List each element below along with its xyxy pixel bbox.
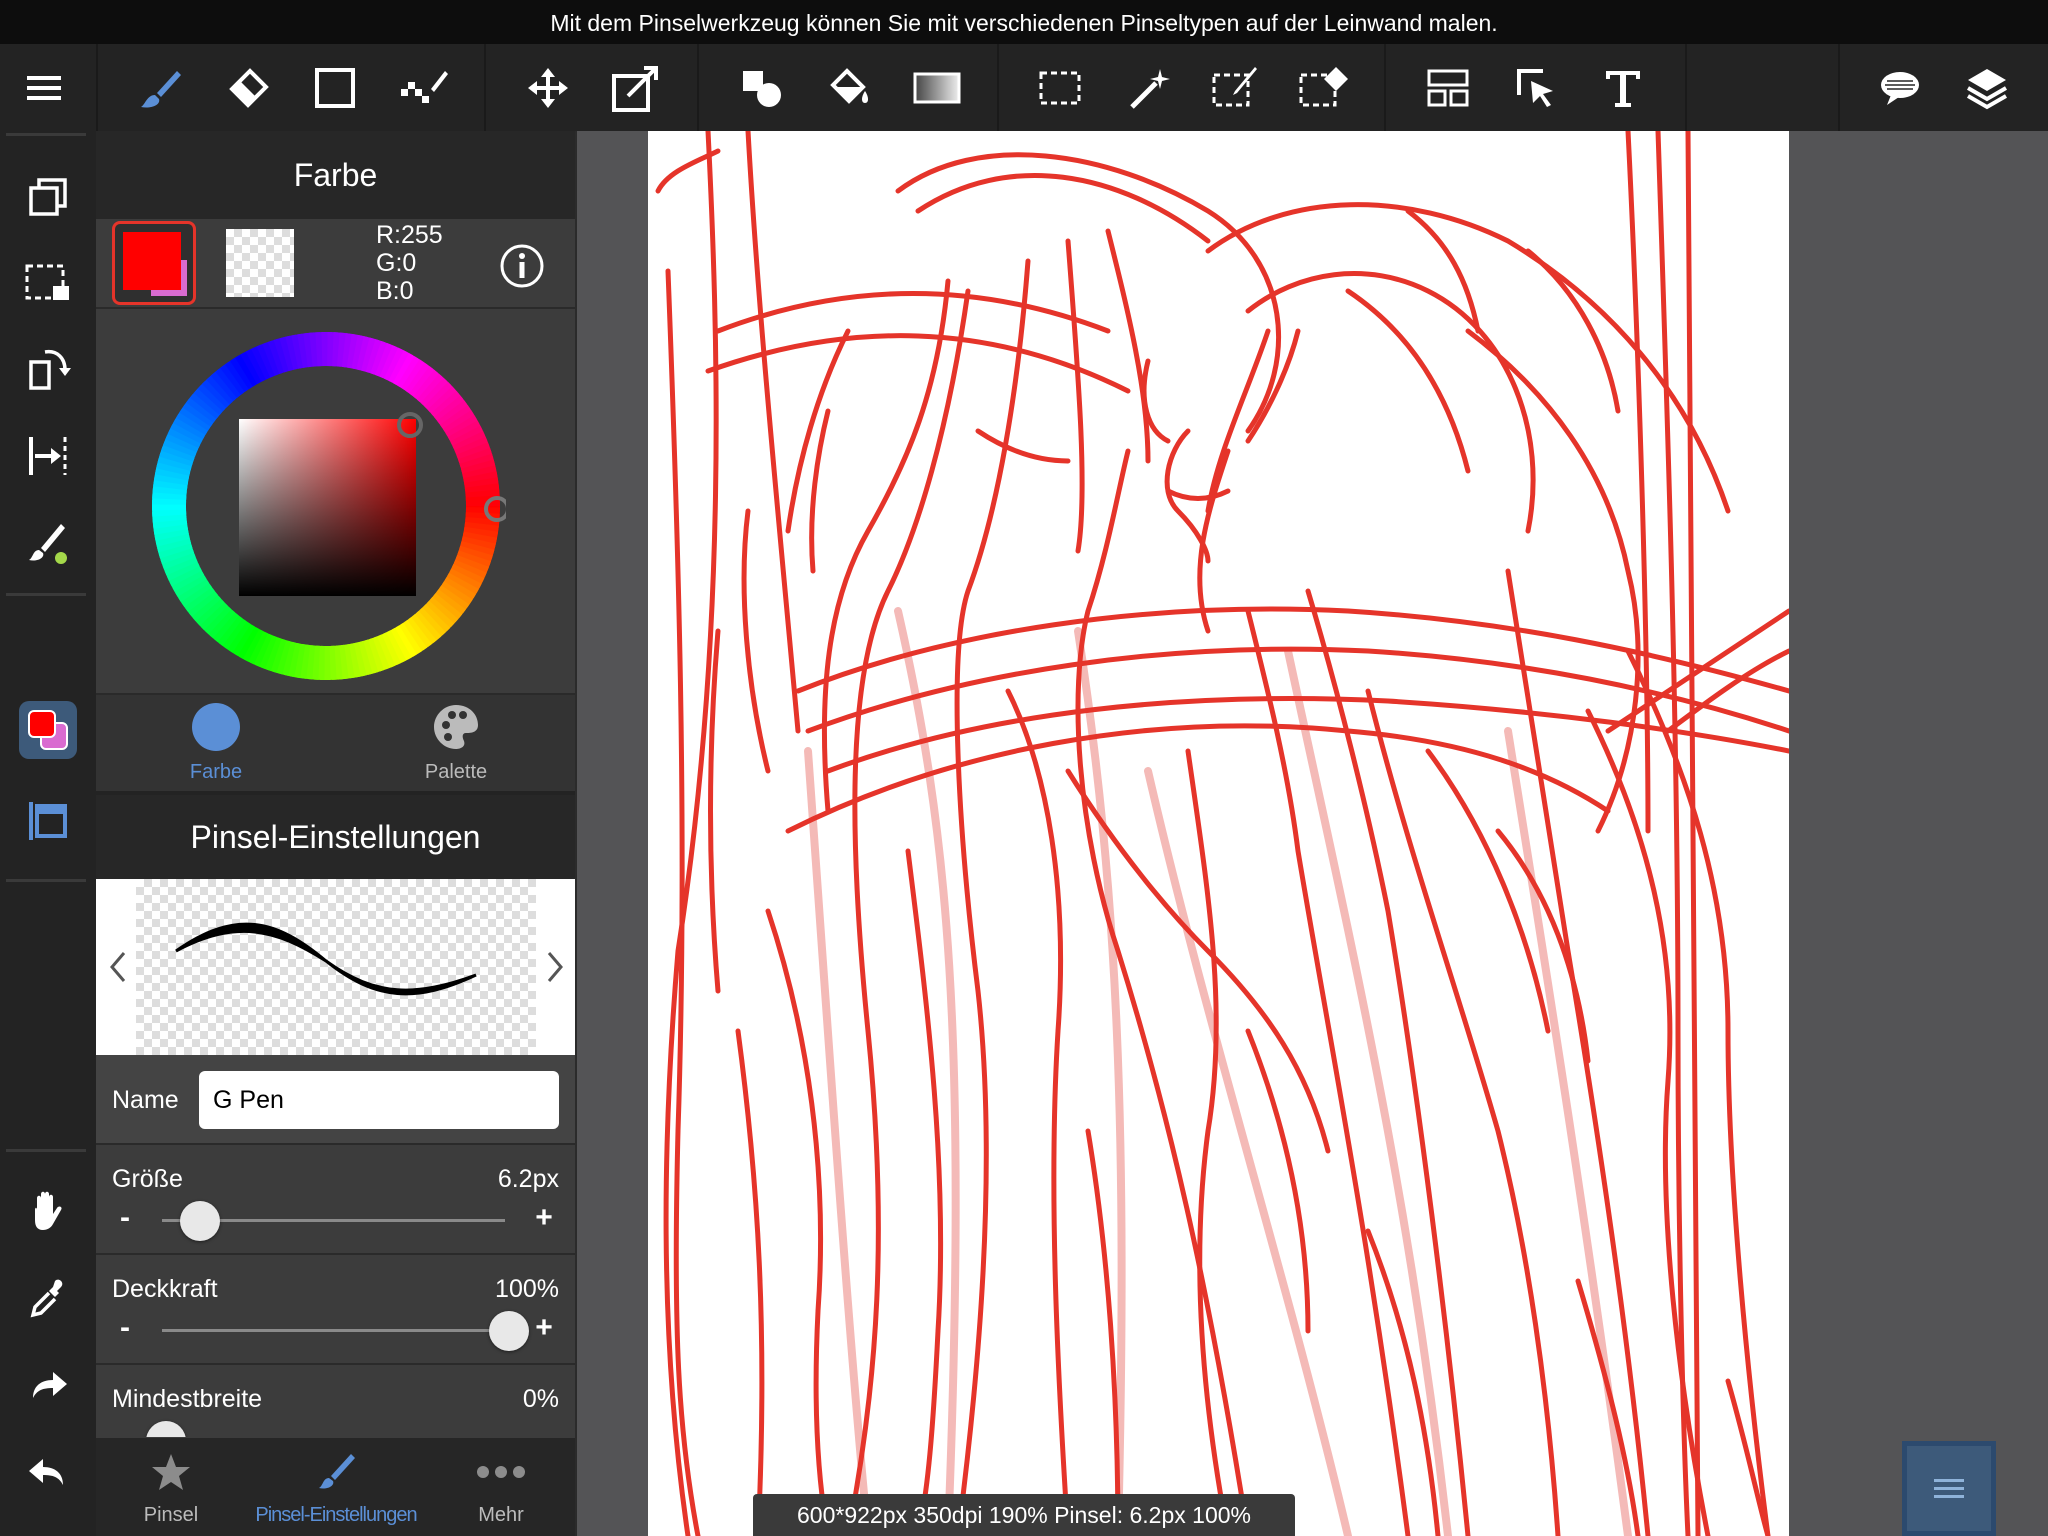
r-value: R:255: [376, 221, 443, 249]
text-icon[interactable]: [1593, 58, 1653, 118]
canvas-window-icon[interactable]: [18, 791, 78, 851]
menu-icon[interactable]: [14, 58, 74, 118]
tab-pinsel-einstellungen-label: Pinsel-Einstellungen: [255, 1504, 417, 1526]
brush-name-input[interactable]: G Pen: [199, 1071, 559, 1129]
palette-icon: [432, 703, 480, 751]
name-label: Name: [112, 1086, 179, 1114]
size-minus-button[interactable]: -: [110, 1201, 140, 1235]
eraser-icon[interactable]: [217, 58, 277, 118]
frame-divider-icon[interactable]: [1418, 58, 1478, 118]
opacity-minus-button[interactable]: -: [110, 1311, 140, 1345]
minwidth-slider-knob[interactable]: [146, 1421, 186, 1437]
minwidth-row: Mindestbreite 0%: [96, 1365, 575, 1437]
move-icon[interactable]: [518, 58, 578, 118]
size-value: 6.2px: [497, 1165, 559, 1193]
hint-text: Mit dem Pinselwerkzeug können Sie mit ve…: [550, 10, 1498, 36]
color-panel-title: Farbe: [96, 131, 575, 219]
b-value: B:0: [376, 277, 414, 305]
size-row: Größe 6.2px - +: [96, 1145, 575, 1253]
operation-icon[interactable]: [1506, 58, 1566, 118]
redo-icon[interactable]: [18, 1355, 78, 1415]
tab-farbe-label: Farbe: [189, 761, 243, 783]
opacity-plus-button[interactable]: +: [529, 1311, 559, 1345]
undo-icon[interactable]: [18, 1442, 78, 1502]
tab-mehr-label: Mehr: [478, 1504, 524, 1526]
brush-settings-icon[interactable]: [18, 513, 78, 573]
select-eraser-icon[interactable]: [1294, 58, 1354, 118]
layers-icon[interactable]: [1957, 58, 2017, 118]
top-toolbar: [0, 44, 2048, 131]
info-icon[interactable]: [500, 244, 544, 288]
size-slider-knob[interactable]: [180, 1201, 221, 1241]
hand-icon[interactable]: [18, 1181, 78, 1241]
layer-copy-icon[interactable]: [18, 167, 78, 227]
hint-bar: Mit dem Pinselwerkzeug können Sie mit ve…: [0, 0, 2048, 44]
brush-panel-title: Pinsel-Einstellungen: [96, 795, 575, 879]
size-plus-button[interactable]: +: [529, 1201, 559, 1235]
opacity-slider-track[interactable]: [162, 1329, 505, 1332]
status-bar: 600*922px 350dpi 190% Pinsel: 6.2px 100%: [753, 1494, 1295, 1536]
rotate-icon[interactable]: [18, 339, 78, 399]
side-panel: Farbe R:255 G:0 B:0 Farbe Palette Pinsel…: [96, 131, 575, 1536]
tab-mehr[interactable]: Mehr: [426, 1438, 576, 1536]
brush-icon[interactable]: [130, 58, 190, 118]
tab-pinsel[interactable]: Pinsel: [96, 1438, 246, 1536]
sub-color-swatch[interactable]: [226, 229, 294, 297]
size-label: Größe: [112, 1165, 183, 1193]
opacity-label: Deckkraft: [112, 1275, 218, 1303]
tab-palette-label: Palette: [424, 761, 488, 783]
bottom-tabs: Pinsel Pinsel-Einstellungen Mehr: [96, 1438, 575, 1536]
bucket-icon[interactable]: [818, 58, 878, 118]
tab-farbe[interactable]: Farbe: [126, 695, 306, 791]
color-tabs: Farbe Palette: [96, 695, 575, 791]
minwidth-value: 0%: [522, 1385, 559, 1413]
opacity-row: Deckkraft 100% - +: [96, 1255, 575, 1363]
gradient-icon[interactable]: [907, 58, 967, 118]
g-value: G:0: [376, 249, 417, 277]
tab-pinsel-label: Pinsel: [143, 1504, 199, 1526]
prev-brush-icon[interactable]: [104, 947, 132, 987]
drawing-canvas[interactable]: [648, 131, 1789, 1536]
name-row: Name G Pen: [96, 1055, 575, 1143]
next-brush-icon[interactable]: [541, 947, 569, 987]
brush-preview: [96, 879, 575, 1055]
dot-pen-icon[interactable]: [393, 58, 453, 118]
magic-wand-icon[interactable]: [1119, 58, 1179, 118]
select-pen-icon[interactable]: [1206, 58, 1266, 118]
list-icon: [1934, 1478, 1964, 1498]
color-wheel[interactable]: [146, 326, 510, 686]
transform-icon[interactable]: [606, 58, 666, 118]
tab-pinsel-einstellungen[interactable]: Pinsel-Einstellungen: [246, 1438, 426, 1536]
color-swatch-icon[interactable]: [19, 701, 77, 759]
left-toolbar: [0, 131, 96, 1536]
eyedropper-icon[interactable]: [18, 1268, 78, 1328]
rectangle-icon[interactable]: [305, 58, 365, 118]
select-transform-icon[interactable]: [18, 253, 78, 313]
main-color-swatch[interactable]: [112, 221, 196, 305]
shape-fill-icon[interactable]: [732, 58, 792, 118]
opacity-value: 100%: [495, 1275, 559, 1303]
minwidth-label: Mindestbreite: [112, 1385, 263, 1413]
speech-bubble-icon[interactable]: [1870, 58, 1930, 118]
canvas-menu-button[interactable]: [1902, 1441, 1996, 1536]
opacity-slider-knob[interactable]: [489, 1311, 529, 1351]
rgb-readout: R:255 G:0 B:0: [376, 221, 443, 305]
select-rect-icon[interactable]: [1030, 58, 1090, 118]
farbe-tab-icon: [192, 703, 240, 751]
tab-palette[interactable]: Palette: [366, 695, 546, 791]
snap-icon[interactable]: [18, 426, 78, 486]
